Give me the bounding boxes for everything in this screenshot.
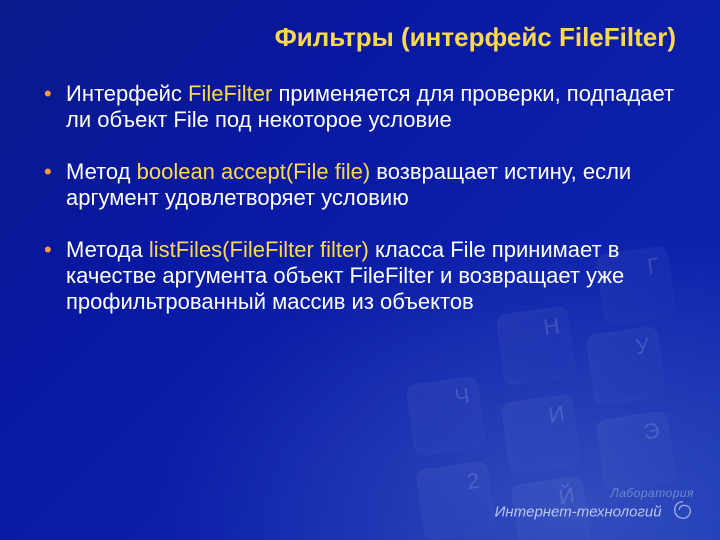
bullet-text-pre: Интерфейс: [66, 81, 188, 106]
bullet-text-highlight: boolean accept(File file): [137, 159, 371, 184]
footer: Лаборатория Интернет-технологий: [495, 487, 694, 526]
footer-dept: Интернет-технологий: [495, 504, 662, 521]
bullet-item: Метода listFiles(FileFilter filter) клас…: [40, 237, 680, 315]
keycap: У: [585, 325, 666, 406]
bullet-list: Интерфейс FileFilter применяется для про…: [40, 81, 680, 315]
keycap: 2: [415, 460, 496, 540]
bullet-item: Интерфейс FileFilter применяется для про…: [40, 81, 680, 133]
bullet-text-pre: Метода: [66, 237, 149, 262]
bullet-text-highlight: listFiles(FileFilter filter): [149, 237, 369, 262]
footer-lab: Лаборатория: [495, 487, 694, 500]
keycap: И: [500, 393, 581, 474]
slide: Фильтры (интерфейс FileFilter) Интерфейс…: [0, 0, 720, 540]
slide-title: Фильтры (интерфейс FileFilter): [40, 22, 680, 53]
keycap: Н: [495, 305, 576, 386]
bullet-item: Метод boolean accept(File file) возвраща…: [40, 159, 680, 211]
bullet-text-pre: Метод: [66, 159, 137, 184]
keycap: Э: [595, 410, 676, 491]
bullet-text-highlight: FileFilter: [188, 81, 272, 106]
keycap: Ч: [405, 375, 486, 456]
logo-swirl-icon: [672, 499, 694, 526]
